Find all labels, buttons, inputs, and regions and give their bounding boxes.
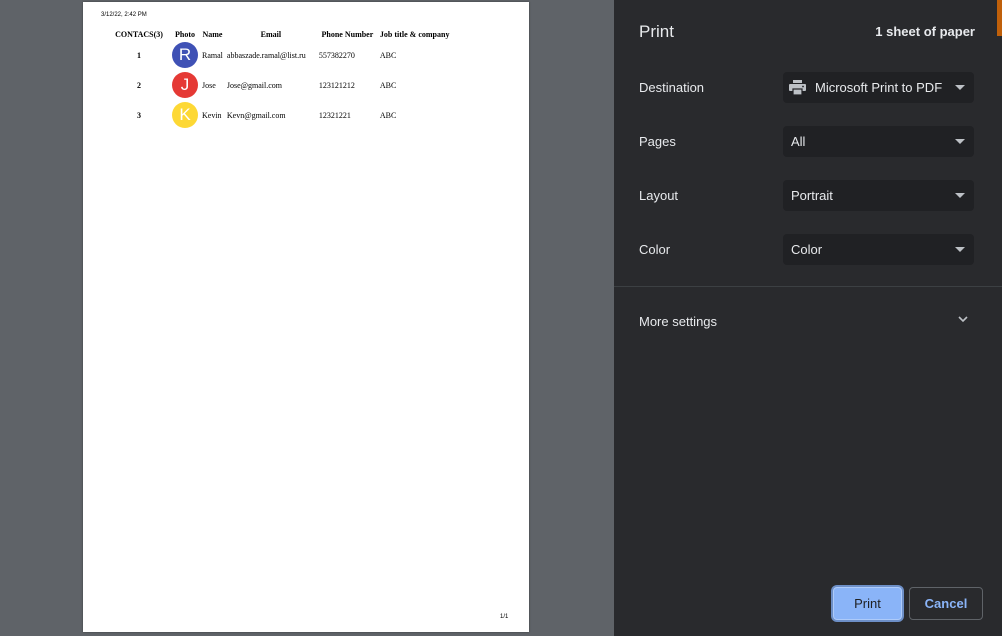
sheet-count: 1 sheet of paper — [875, 24, 975, 39]
header-job: Job title & company — [379, 29, 450, 39]
printer-icon — [789, 80, 806, 95]
contact-phone: 123121212 — [318, 80, 355, 90]
row-number: 1 — [137, 50, 141, 60]
contact-email: Kevn@gmail.com — [226, 110, 286, 120]
avatar: K — [172, 102, 198, 128]
contact-name: Ramal — [202, 50, 223, 60]
contact-phone: 557382270 — [318, 50, 355, 60]
table-row: 2 J Jose Jose@gmail.com 123121212 ABC — [108, 70, 451, 100]
print-date: 3/12/22, 2:42 PM — [101, 12, 147, 18]
cancel-button[interactable]: Cancel — [909, 587, 983, 620]
header-name: Name — [202, 29, 223, 39]
chevron-down-icon[interactable] — [957, 313, 969, 325]
window-edge-accent — [997, 0, 1002, 36]
layout-label: Layout — [639, 188, 679, 203]
contacts-table: CONTACS(3) Photo Name Email Phone Number… — [108, 28, 451, 130]
dropdown-arrow-icon — [955, 139, 965, 144]
table-row: 3 K Kevin Kevn@gmail.com 12321221 ABC — [108, 100, 451, 130]
color-value: Color — [791, 242, 823, 257]
pages-value: All — [791, 134, 806, 149]
pages-label: Pages — [639, 134, 676, 149]
contact-email: Jose@gmail.com — [226, 80, 283, 90]
print-title: Print — [639, 22, 674, 41]
avatar: J — [172, 72, 198, 98]
dropdown-arrow-icon — [955, 247, 965, 252]
table-header-row: CONTACS(3) Photo Name Email Phone Number… — [108, 28, 451, 40]
contact-phone: 12321221 — [318, 110, 351, 120]
contact-name: Kevin — [202, 110, 222, 120]
table-row: 1 R Ramal abbaszade.ramal@list.ru 557382… — [108, 40, 451, 70]
header-contacts: CONTACS(3) — [115, 29, 163, 39]
contact-job: ABC — [379, 80, 397, 90]
color-label: Color — [639, 242, 671, 257]
layout-select[interactable]: Portrait — [783, 180, 974, 211]
destination-value: Microsoft Print to PDF — [815, 80, 943, 95]
page-number: 1/1 — [500, 614, 509, 620]
header-phone: Phone Number — [321, 29, 374, 39]
dropdown-arrow-icon — [955, 193, 965, 198]
destination-label: Destination — [639, 80, 705, 95]
layout-value: Portrait — [791, 188, 833, 203]
more-settings-toggle[interactable]: More settings — [639, 314, 717, 329]
print-button[interactable]: Print — [833, 587, 902, 620]
color-select[interactable]: Color — [783, 234, 974, 265]
dropdown-arrow-icon — [955, 85, 965, 90]
row-number: 2 — [137, 80, 141, 90]
print-preview-area: 3/12/22, 2:42 PM CONTACS(3) Photo Name E… — [0, 0, 614, 636]
print-settings-panel: Print 1 sheet of paper Destination Micro… — [614, 0, 1002, 636]
header-email: Email — [260, 29, 282, 39]
contact-job: ABC — [379, 50, 397, 60]
preview-page: 3/12/22, 2:42 PM CONTACS(3) Photo Name E… — [83, 2, 529, 632]
contact-name: Jose — [202, 80, 216, 90]
destination-select[interactable]: Microsoft Print to PDF — [783, 72, 974, 103]
header-photo: Photo — [175, 29, 195, 39]
divider — [614, 286, 1002, 287]
row-number: 3 — [137, 110, 141, 120]
contact-email: abbaszade.ramal@list.ru — [226, 50, 306, 60]
avatar: R — [172, 42, 198, 68]
pages-select[interactable]: All — [783, 126, 974, 157]
contact-job: ABC — [379, 110, 397, 120]
